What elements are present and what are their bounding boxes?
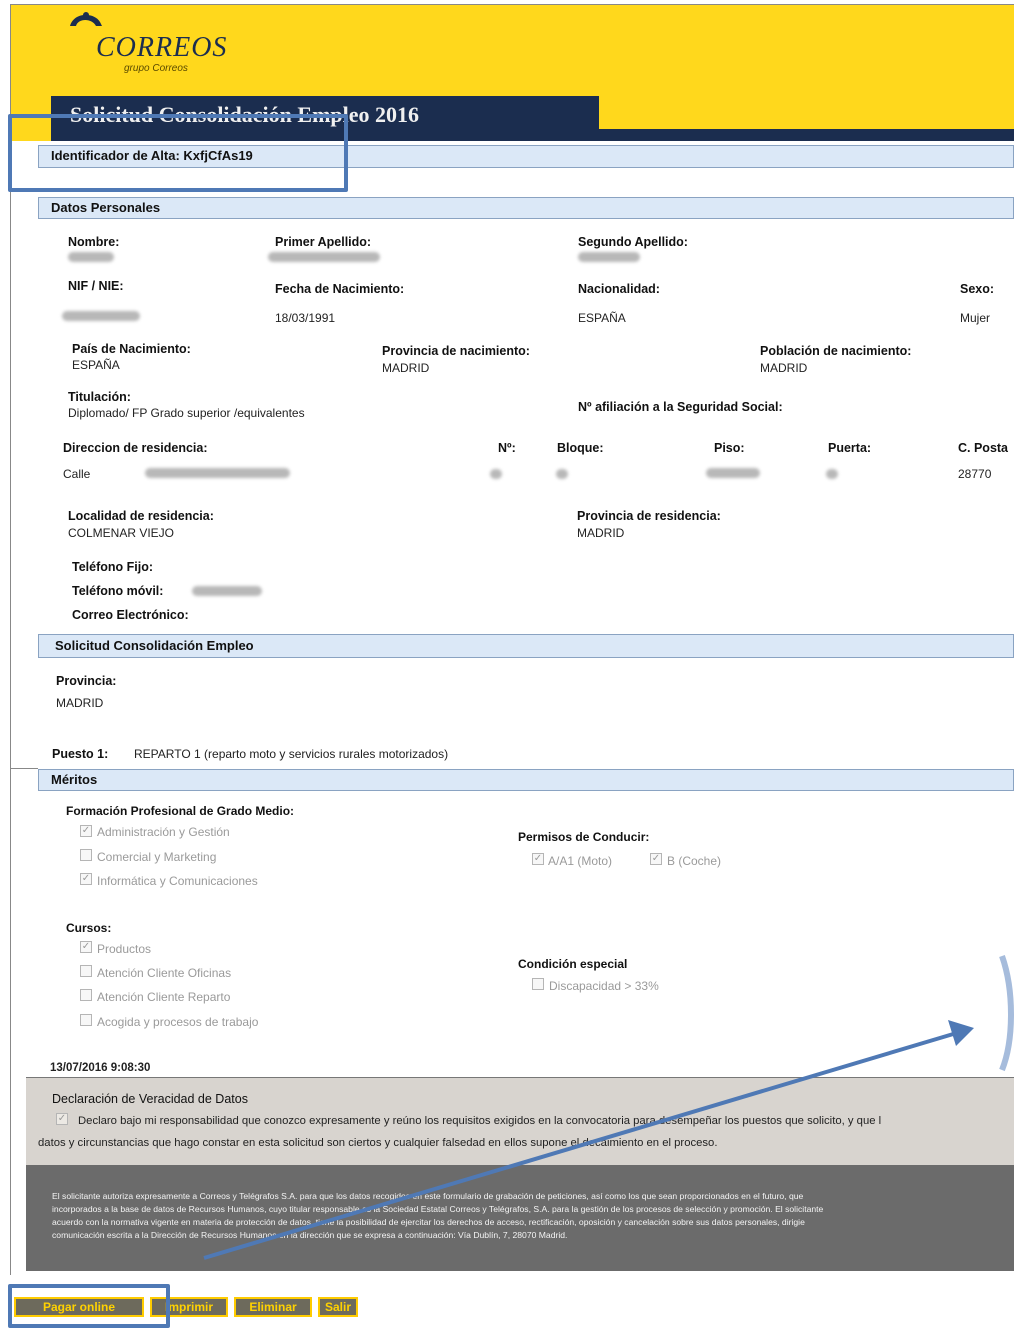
annotation-arrow <box>203 955 1014 1260</box>
